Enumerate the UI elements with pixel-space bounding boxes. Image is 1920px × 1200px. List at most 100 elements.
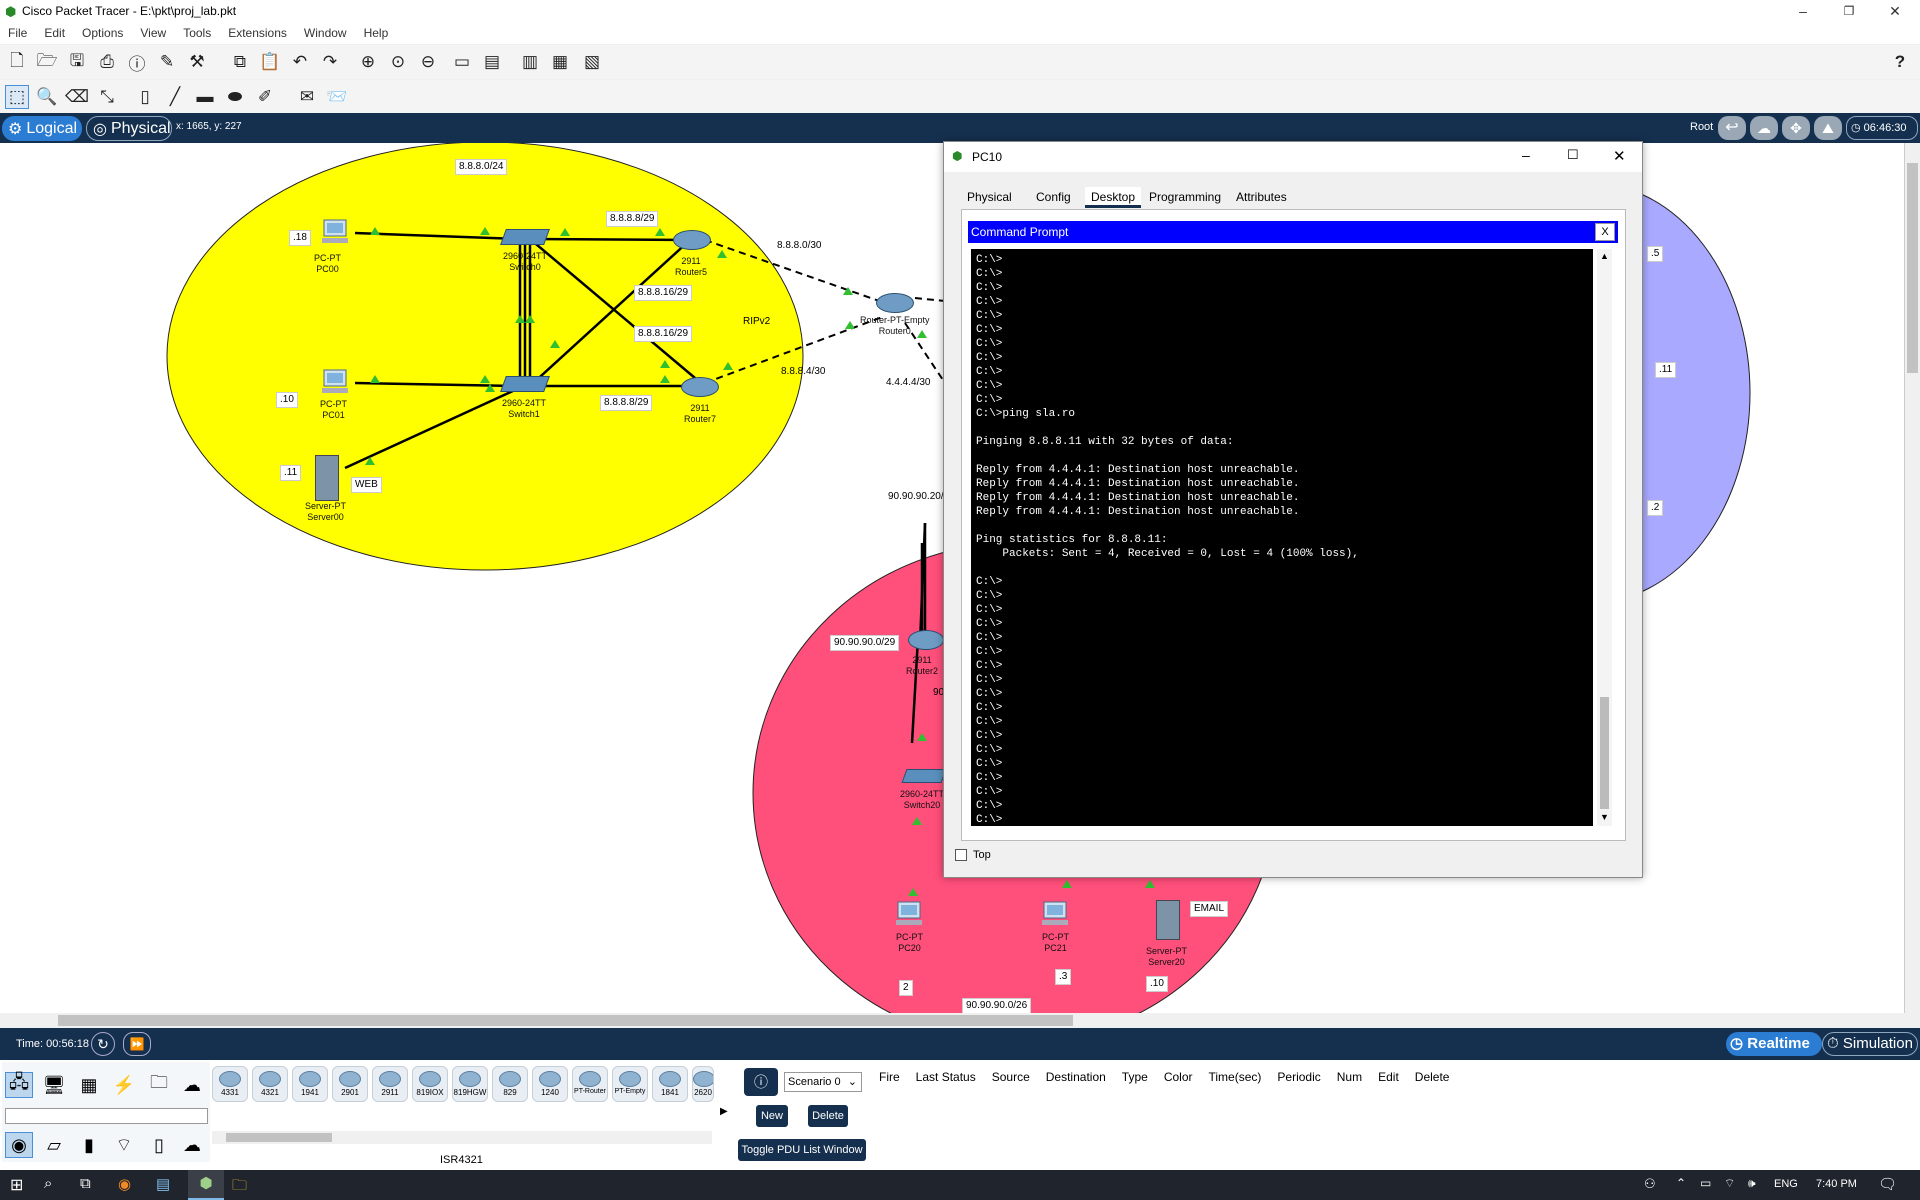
pc21-device[interactable]	[1040, 900, 1070, 928]
server20-device[interactable]	[1156, 900, 1180, 940]
router2-device[interactable]	[908, 630, 944, 650]
back-icon[interactable]: ↩	[1718, 116, 1746, 140]
model-819hgw[interactable]: 819HGW	[452, 1066, 488, 1102]
zoom-reset-icon[interactable]: ⊙	[386, 50, 410, 74]
info-icon[interactable]: ⓘ	[744, 1068, 778, 1096]
clock-button[interactable]: ◷ 06:46:30	[1846, 116, 1918, 140]
pc01-device[interactable]	[320, 368, 350, 396]
close-icon[interactable]: ✕	[1872, 0, 1918, 24]
switches-icon[interactable]: ▱	[40, 1132, 68, 1158]
select-icon[interactable]: ⬚	[5, 85, 29, 109]
tab-config[interactable]: Config	[1030, 187, 1077, 207]
custom-device-icon[interactable]: ▤	[480, 50, 504, 74]
components-icon[interactable]: ▦	[75, 1072, 103, 1098]
wifi-icon[interactable]: ⌔	[1724, 1176, 1735, 1191]
menu-view[interactable]: View	[132, 24, 175, 40]
toggle-pdu-button[interactable]: Toggle PDU List Window	[738, 1139, 866, 1161]
inspect-icon[interactable]: 🔍	[35, 85, 59, 109]
viewport-icon[interactable]: ▥	[518, 50, 542, 74]
model-pt-empty[interactable]: PT-Empty	[612, 1066, 648, 1102]
menu-options[interactable]: Options	[74, 24, 132, 40]
pc20-device[interactable]	[894, 900, 924, 928]
language-indicator[interactable]: ENG	[1774, 1178, 1798, 1190]
wireless-icon[interactable]: ⌔	[110, 1132, 138, 1158]
switch1-device[interactable]	[500, 376, 550, 392]
router5-device[interactable]	[673, 230, 711, 250]
model-pt-router[interactable]: PT-Router	[572, 1066, 608, 1102]
search-icon[interactable]: ⌕	[44, 1175, 52, 1192]
minimize-icon[interactable]: –	[1780, 0, 1826, 24]
routers-icon[interactable]: ◉	[5, 1132, 33, 1158]
restore-icon[interactable]: ❐	[1826, 0, 1872, 24]
cloud-icon[interactable]: ☁	[1750, 116, 1778, 140]
tab-desktop[interactable]: Desktop	[1085, 187, 1142, 208]
power-cycle-icon[interactable]: ↻	[91, 1032, 115, 1056]
logical-view-button[interactable]: ⚙ Logical	[2, 116, 82, 141]
people-icon[interactable]: ⚇	[1644, 1176, 1656, 1192]
command-console[interactable]: C:\> C:\> C:\> C:\> C:\> C:\> C:\> C:\> C:\> C:\>…	[971, 249, 1593, 826]
zoom-out-icon[interactable]: ⊖	[416, 50, 440, 74]
menu-extensions[interactable]: Extensions	[220, 24, 296, 40]
scenario-select[interactable]: Scenario 0 ⌄	[784, 1072, 862, 1092]
note-icon[interactable]: ▯	[133, 85, 157, 109]
model-829[interactable]: 829	[492, 1066, 528, 1102]
realtime-button[interactable]: ◷ Realtime	[1726, 1032, 1822, 1056]
workspace-vscrollbar[interactable]	[1905, 143, 1920, 1013]
activity-wizard-icon[interactable]: ⚒	[185, 50, 209, 74]
top-checkbox[interactable]	[955, 849, 967, 861]
drawing-palette-icon[interactable]: ▭	[450, 50, 474, 74]
zoom-in-icon[interactable]: ⊕	[356, 50, 380, 74]
copy-icon[interactable]: ⧉	[228, 50, 252, 74]
workspace-hscrollbar[interactable]	[0, 1013, 1905, 1028]
fast-forward-icon[interactable]: ⏩	[123, 1032, 151, 1056]
server00-device[interactable]	[315, 455, 339, 501]
pc10-close-icon[interactable]: ✕	[1613, 147, 1626, 165]
redo-icon[interactable]: ↷	[318, 50, 342, 74]
explorer-icon[interactable]: 🗀	[232, 1175, 247, 1200]
router0-device[interactable]	[876, 293, 914, 313]
switch0-device[interactable]	[500, 229, 550, 245]
delete-icon[interactable]: ⌫	[65, 85, 89, 109]
firefox-icon[interactable]: ◉	[118, 1175, 131, 1193]
pc00-device[interactable]	[320, 218, 350, 246]
menu-file[interactable]: File	[0, 24, 36, 40]
model-1841[interactable]: 1841	[652, 1066, 688, 1102]
pc10-maximize-icon[interactable]: ☐	[1567, 147, 1579, 163]
model-2901[interactable]: 2901	[332, 1066, 368, 1102]
info-icon[interactable]: ⓘ	[125, 50, 149, 74]
undo-icon[interactable]: ↶	[288, 50, 312, 74]
cmd-close-button[interactable]: X	[1595, 223, 1615, 241]
model-2911[interactable]: 2911	[372, 1066, 408, 1102]
scroll-up-icon[interactable]: ▲	[1600, 251, 1609, 261]
menu-help[interactable]: Help	[356, 24, 398, 40]
router7-device[interactable]	[681, 377, 719, 397]
misc-icon[interactable]: 🗀	[145, 1072, 173, 1098]
switch20-device[interactable]	[901, 769, 947, 783]
simple-pdu-icon[interactable]: ✉	[295, 85, 319, 109]
line-icon[interactable]: ╱	[163, 85, 187, 109]
model-1941[interactable]: 1941	[292, 1066, 328, 1102]
save-icon[interactable]: 🖫	[65, 50, 89, 74]
scroll-down-icon[interactable]: ▼	[1600, 812, 1609, 822]
cluster-icon[interactable]: ▦	[548, 50, 572, 74]
open-icon[interactable]: 🗁	[35, 50, 59, 74]
console-scrollbar[interactable]: ▲ ▼	[1597, 249, 1612, 826]
model-1240[interactable]: 1240	[532, 1066, 568, 1102]
new-icon[interactable]: 🗋	[5, 50, 29, 74]
tab-attributes[interactable]: Attributes	[1230, 187, 1293, 207]
device-search-field[interactable]	[5, 1108, 208, 1124]
menu-window[interactable]: Window	[296, 24, 356, 40]
new-scenario-button[interactable]: New	[756, 1105, 788, 1127]
pdu-icon[interactable]: ▧	[580, 50, 604, 74]
models-scroll-thumb[interactable]	[226, 1133, 332, 1142]
complex-pdu-icon[interactable]: 📨	[325, 85, 349, 109]
physical-view-button[interactable]: ◎ Physical	[86, 116, 172, 141]
notepad-icon[interactable]: ▤	[156, 1175, 170, 1193]
tray-chevron-icon[interactable]: ⌃	[1676, 1176, 1686, 1190]
freeform-icon[interactable]: ✐	[253, 85, 277, 109]
help-icon[interactable]: ?	[1888, 50, 1912, 74]
pc10-minimize-icon[interactable]: –	[1522, 147, 1530, 163]
security-icon[interactable]: ▯	[145, 1132, 173, 1158]
task-view-icon[interactable]: ⧉	[80, 1175, 91, 1192]
delete-scenario-button[interactable]: Delete	[808, 1105, 848, 1127]
